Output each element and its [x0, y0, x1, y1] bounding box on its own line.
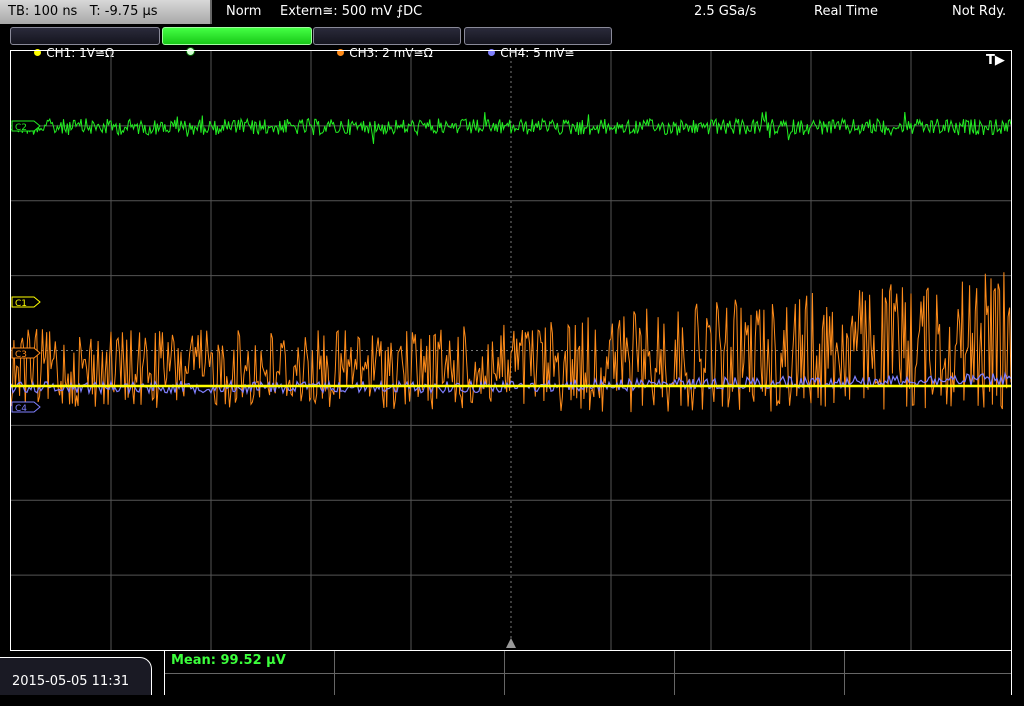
trigger-time-marker-icon — [506, 638, 516, 648]
measurement-cell-9[interactable] — [675, 673, 845, 695]
mean-measurement: Mean: 99.52 µV — [171, 653, 286, 668]
timebase-readout[interactable]: TB: 100 ns T: -9.75 µs — [0, 0, 212, 24]
c3-marker[interactable]: C3 — [11, 347, 41, 360]
c3-marker-label: C3 — [15, 350, 27, 360]
measurement-cell-7[interactable] — [335, 673, 505, 695]
c2-marker-label: C2 — [15, 123, 27, 133]
waveform-svg: C2 C1 C3 C4 — [11, 51, 1011, 650]
measurement-cell-2[interactable] — [335, 651, 505, 673]
tab-ch3[interactable]: CH3: 2 mV≅Ω — [313, 27, 461, 60]
c1-marker[interactable]: C1 — [11, 296, 41, 309]
tab-ch1[interactable]: CH1: 1V≅Ω — [10, 27, 160, 60]
trigger-mode[interactable]: Norm — [226, 0, 261, 24]
c4-marker[interactable]: C4 — [11, 401, 41, 414]
waveform-display[interactable]: C2 C1 C3 C4 — [10, 50, 1012, 651]
measurement-panel[interactable]: Mean: 99.52 µV — [164, 651, 1012, 695]
trigger-position-marker[interactable]: T▶ — [986, 53, 1005, 68]
measurement-cell-8[interactable] — [505, 673, 675, 695]
measurement-cell-10[interactable] — [845, 673, 1011, 695]
measurement-cell-5[interactable] — [845, 651, 1011, 673]
c1-marker-label: C1 — [15, 299, 27, 309]
measurement-cell-3[interactable] — [505, 651, 675, 673]
c4-marker-label: C4 — [15, 404, 27, 414]
measurement-cell-6[interactable] — [165, 673, 335, 695]
status-bar: TB: 100 ns T: -9.75 µs Norm Extern≅: 500… — [0, 0, 1024, 24]
tab-ch2[interactable]: CH2: 5 mV≅Ω — [162, 27, 312, 60]
c2-marker[interactable]: C2 — [11, 120, 41, 133]
sample-rate[interactable]: 2.5 GSa/s — [694, 0, 756, 24]
measurement-cell-4[interactable] — [675, 651, 845, 673]
datetime-display: 2015-05-05 11:31 — [0, 657, 152, 695]
tab-ch4[interactable]: CH4: 5 mV≅ — [464, 27, 612, 60]
trigger-source[interactable]: Extern≅: 500 mV ⨍DC — [280, 0, 422, 24]
acquisition-mode[interactable]: Real Time — [814, 0, 878, 24]
measurement-cell-1[interactable]: Mean: 99.52 µV — [165, 651, 335, 673]
channel-tabs: CH1: 1V≅Ω CH2: 5 mV≅Ω CH3: 2 mV≅Ω CH4: 5… — [0, 25, 1024, 60]
acquisition-state: Not Rdy. — [952, 4, 1007, 19]
